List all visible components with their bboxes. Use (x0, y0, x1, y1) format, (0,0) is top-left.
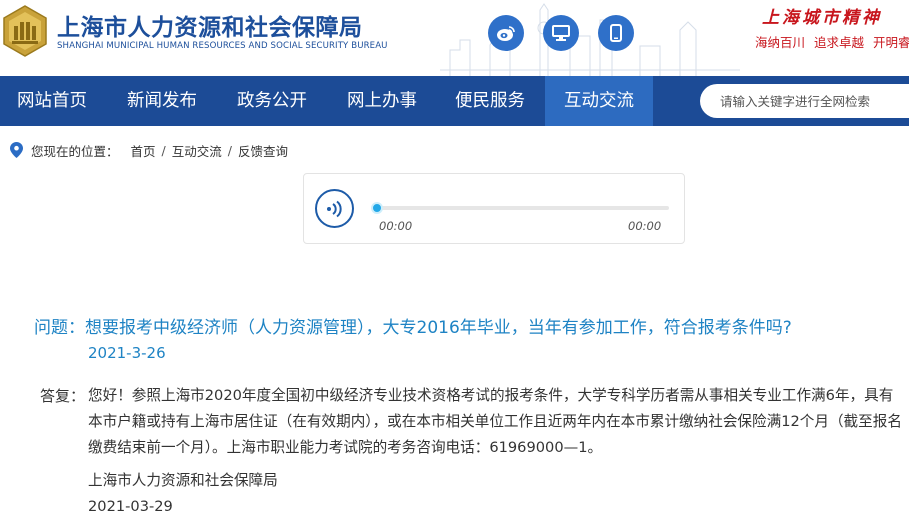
answer-org: 上海市人力资源和社会保障局 (88, 472, 278, 489)
question-date: 2021-3-26 (88, 344, 166, 362)
question-label: 问题： (34, 318, 85, 338)
site-subtitle: SHANGHAI MUNICIPAL HUMAN RESOURCES AND S… (57, 41, 388, 51)
city-skyline-decoration (440, 3, 740, 76)
city-spirit-slogan: 海纳百川追求卓越开明睿智 (755, 32, 909, 51)
breadcrumb-interaction-link[interactable]: 互动交流 (172, 141, 222, 160)
breadcrumb: 您现在的位置： 首页 / 互动交流 / 反馈查询 (10, 140, 288, 160)
progress-track[interactable] (371, 202, 669, 214)
audio-wave-icon (326, 200, 342, 217)
breadcrumb-home-link[interactable]: 首页 (131, 141, 156, 160)
nav-item-public-service[interactable]: 便民服务 (438, 76, 542, 126)
question-text: 想要报考中级经济师（人力资源管理），大专2016年毕业，当年有参加工作，符合报考… (85, 318, 792, 338)
bureau-emblem-logo (3, 5, 47, 57)
location-pin-icon (10, 142, 23, 158)
nav-item-interaction[interactable]: 互动交流 (545, 76, 653, 126)
answer-label: 答复： (40, 387, 86, 405)
slogan-part: 追求卓越 (814, 35, 865, 50)
weibo-icon[interactable] (488, 15, 524, 51)
breadcrumb-label: 您现在的位置： (31, 143, 119, 159)
progress-knob[interactable] (371, 202, 383, 214)
nav-item-gov-info[interactable]: 政务公开 (220, 76, 324, 126)
main-nav: 网站首页 新闻发布 政务公开 网上办事 便民服务 互动交流 (0, 76, 909, 126)
audio-player: 00:00 00:00 (303, 173, 685, 244)
slogan-part: 海纳百川 (755, 35, 806, 50)
total-time: 00:00 (628, 219, 662, 233)
nav-item-news[interactable]: 新闻发布 (110, 76, 214, 126)
desktop-icon[interactable] (543, 15, 579, 51)
current-time: 00:00 (379, 219, 413, 233)
slogan-part: 开明睿智 (873, 35, 909, 50)
breadcrumb-separator: / (227, 142, 232, 158)
answer-date: 2021-03-29 (88, 498, 173, 515)
question-row: 问题：想要报考中级经济师（人力资源管理），大专2016年毕业，当年有参加工作，符… (34, 313, 792, 338)
play-button[interactable] (315, 189, 354, 228)
search-input[interactable] (720, 84, 909, 118)
site-title: 上海市人力资源和社会保障局 (57, 15, 363, 41)
nav-item-home[interactable]: 网站首页 (0, 76, 104, 126)
search-box (700, 84, 909, 118)
site-header: 上海市人力资源和社会保障局 SHANGHAI MUNICIPAL HUMAN R… (0, 0, 909, 76)
nav-item-online-service[interactable]: 网上办事 (330, 76, 434, 126)
mobile-icon[interactable] (598, 15, 634, 51)
city-spirit-title: 上海城市精神 (762, 8, 882, 28)
answer-text: 您好！参照上海市2020年度全国初中级经济专业技术资格考试的报考条件，大学专科学… (88, 387, 902, 456)
breadcrumb-separator: / (161, 142, 166, 158)
breadcrumb-feedback-link[interactable]: 反馈查询 (238, 141, 288, 160)
